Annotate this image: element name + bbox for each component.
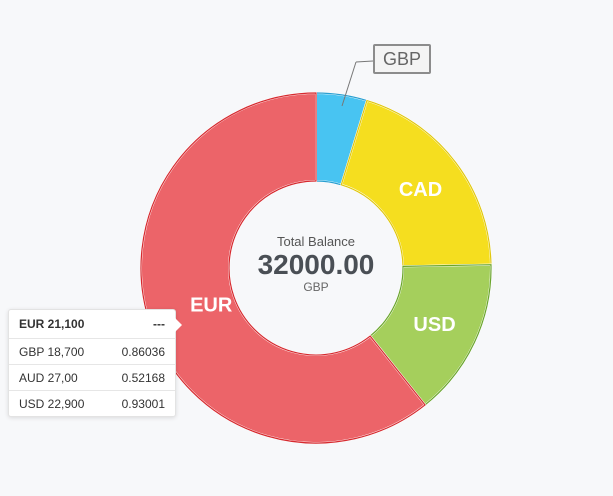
slice-label-usd: USD bbox=[413, 314, 455, 336]
total-balance-unit: GBP bbox=[303, 280, 329, 294]
tooltip-header: EUR 21,100 --- bbox=[9, 310, 175, 338]
slice-label-cad: CAD bbox=[399, 179, 442, 201]
tooltip-row: AUD 27,00 0.52168 bbox=[9, 364, 175, 390]
gbp-callout-label: GBP bbox=[373, 44, 431, 74]
tooltip-row-label: GBP 18,700 bbox=[19, 344, 85, 359]
center-title: Total Balance bbox=[276, 234, 356, 249]
tooltip-row: GBP 18,700 0.86036 bbox=[9, 338, 175, 364]
center-summary: Total Balance 32000.00 GBP bbox=[226, 234, 406, 294]
tooltip-row-value: 0.52168 bbox=[121, 370, 165, 385]
tooltip-header-label: EUR 21,100 bbox=[19, 317, 85, 331]
slice-label-eur: EUR bbox=[190, 295, 233, 317]
total-balance-value: 32000.00 bbox=[257, 249, 375, 280]
eur-tooltip: EUR 21,100 --- GBP 18,700 0.86036 AUD 27… bbox=[8, 309, 182, 417]
callout-leader-tick bbox=[355, 60, 374, 63]
tooltip-row-label: AUD 27,00 bbox=[19, 370, 78, 385]
tooltip-row-label: USD 22,900 bbox=[19, 396, 85, 411]
tooltip-header-value: --- bbox=[153, 317, 165, 331]
tooltip-row-value: 0.93001 bbox=[121, 396, 165, 411]
tooltip-row: USD 22,900 0.93001 bbox=[9, 390, 175, 416]
tooltip-row-value: 0.86036 bbox=[121, 344, 165, 359]
